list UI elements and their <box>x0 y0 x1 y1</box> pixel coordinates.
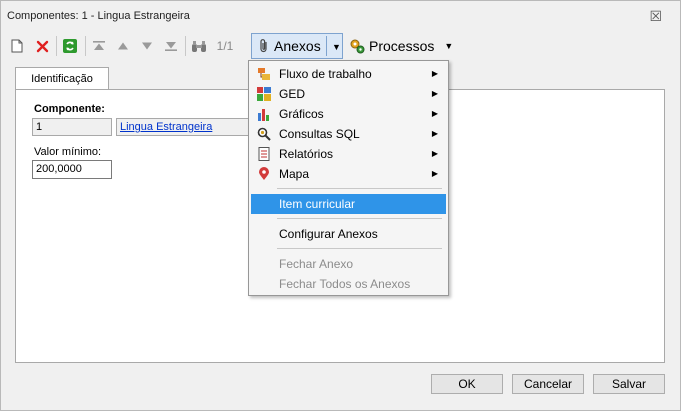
valor-minimo-label: Valor mínimo: <box>34 146 102 158</box>
new-document-icon <box>11 39 23 53</box>
refresh-button[interactable] <box>61 33 79 59</box>
record-position: 1/1 <box>216 39 234 53</box>
delete-record-button[interactable] <box>33 33 51 59</box>
componente-name-field[interactable]: Lingua Estrangeira <box>116 118 252 136</box>
chart-icon <box>258 109 269 121</box>
previous-record-icon <box>118 42 128 50</box>
next-record-button[interactable] <box>139 33 155 59</box>
valor-minimo-input[interactable]: 200,0000 <box>32 160 112 179</box>
menu-item-ged[interactable]: GED ▶ <box>251 84 446 104</box>
chevron-right-icon: ▶ <box>431 149 438 158</box>
new-record-button[interactable] <box>9 33 25 59</box>
first-record-button[interactable] <box>91 33 107 59</box>
sql-query-icon <box>257 127 271 141</box>
menu-item-fluxo-de-trabalho[interactable]: Fluxo de trabalho ▶ <box>251 64 446 84</box>
menu-item-graficos[interactable]: Gráficos ▶ <box>251 104 446 124</box>
map-pin-icon <box>259 167 269 180</box>
workflow-icon <box>258 68 270 80</box>
componente-name-link[interactable]: Lingua Estrangeira <box>120 121 212 133</box>
last-record-button[interactable] <box>163 33 179 59</box>
chevron-right-icon: ▶ <box>431 109 438 118</box>
anexos-label: Anexos <box>274 38 321 54</box>
menu-item-configurar-anexos[interactable]: Configurar Anexos <box>251 224 446 244</box>
report-icon <box>258 147 270 161</box>
componente-code-field[interactable]: 1 <box>32 118 112 136</box>
gears-icon <box>350 39 365 54</box>
chevron-right-icon: ▶ <box>431 169 438 178</box>
first-record-icon <box>93 41 105 50</box>
toolbar: 1/1 Anexos ▼ Processos ▼ <box>5 33 678 59</box>
chevron-right-icon: ▶ <box>431 129 438 138</box>
chevron-down-icon[interactable]: ▼ <box>332 42 341 52</box>
paperclip-icon <box>260 39 267 53</box>
anexos-button[interactable]: Anexos ▼ <box>251 33 343 59</box>
menu-item-consultas-sql[interactable]: Consultas SQL ▶ <box>251 124 446 144</box>
save-button[interactable]: Salvar <box>593 374 665 394</box>
menu-item-fechar-todos-anexos: Fechar Todos os Anexos <box>279 277 411 291</box>
refresh-icon <box>63 39 77 53</box>
tab-identificacao[interactable]: Identificação <box>15 67 109 89</box>
menu-item-relatorios[interactable]: Relatórios ▶ <box>251 144 446 164</box>
chevron-right-icon: ▶ <box>431 69 438 78</box>
close-icon[interactable]: ☒ <box>649 8 662 25</box>
menu-item-mapa[interactable]: Mapa ▶ <box>251 164 446 184</box>
componente-label: Componente: <box>34 103 105 115</box>
processos-label: Processos <box>369 38 435 54</box>
anexos-dropdown-menu: Fluxo de trabalho ▶ GED ▶ Gráficos ▶ Con… <box>248 60 449 296</box>
binoculars-icon <box>192 40 206 52</box>
window-title: Componentes: 1 - Lingua Estrangeira <box>7 10 190 22</box>
ok-button[interactable]: OK <box>431 374 503 394</box>
chevron-down-icon[interactable]: ▼ <box>444 41 453 51</box>
cancel-button[interactable]: Cancelar <box>512 374 584 394</box>
menu-item-item-curricular[interactable]: Item curricular <box>251 194 446 214</box>
processos-button[interactable]: Processos ▼ <box>349 33 453 59</box>
last-record-icon <box>165 42 177 51</box>
menu-item-fechar-anexo: Fechar Anexo <box>279 257 354 271</box>
previous-record-button[interactable] <box>115 33 131 59</box>
ged-icon <box>257 87 271 101</box>
chevron-right-icon: ▶ <box>431 89 438 98</box>
title-bar: Componentes: 1 - Lingua Estrangeira ☒ <box>1 1 680 31</box>
delete-icon <box>36 40 48 52</box>
next-record-icon <box>142 42 152 50</box>
search-button[interactable] <box>190 33 208 59</box>
